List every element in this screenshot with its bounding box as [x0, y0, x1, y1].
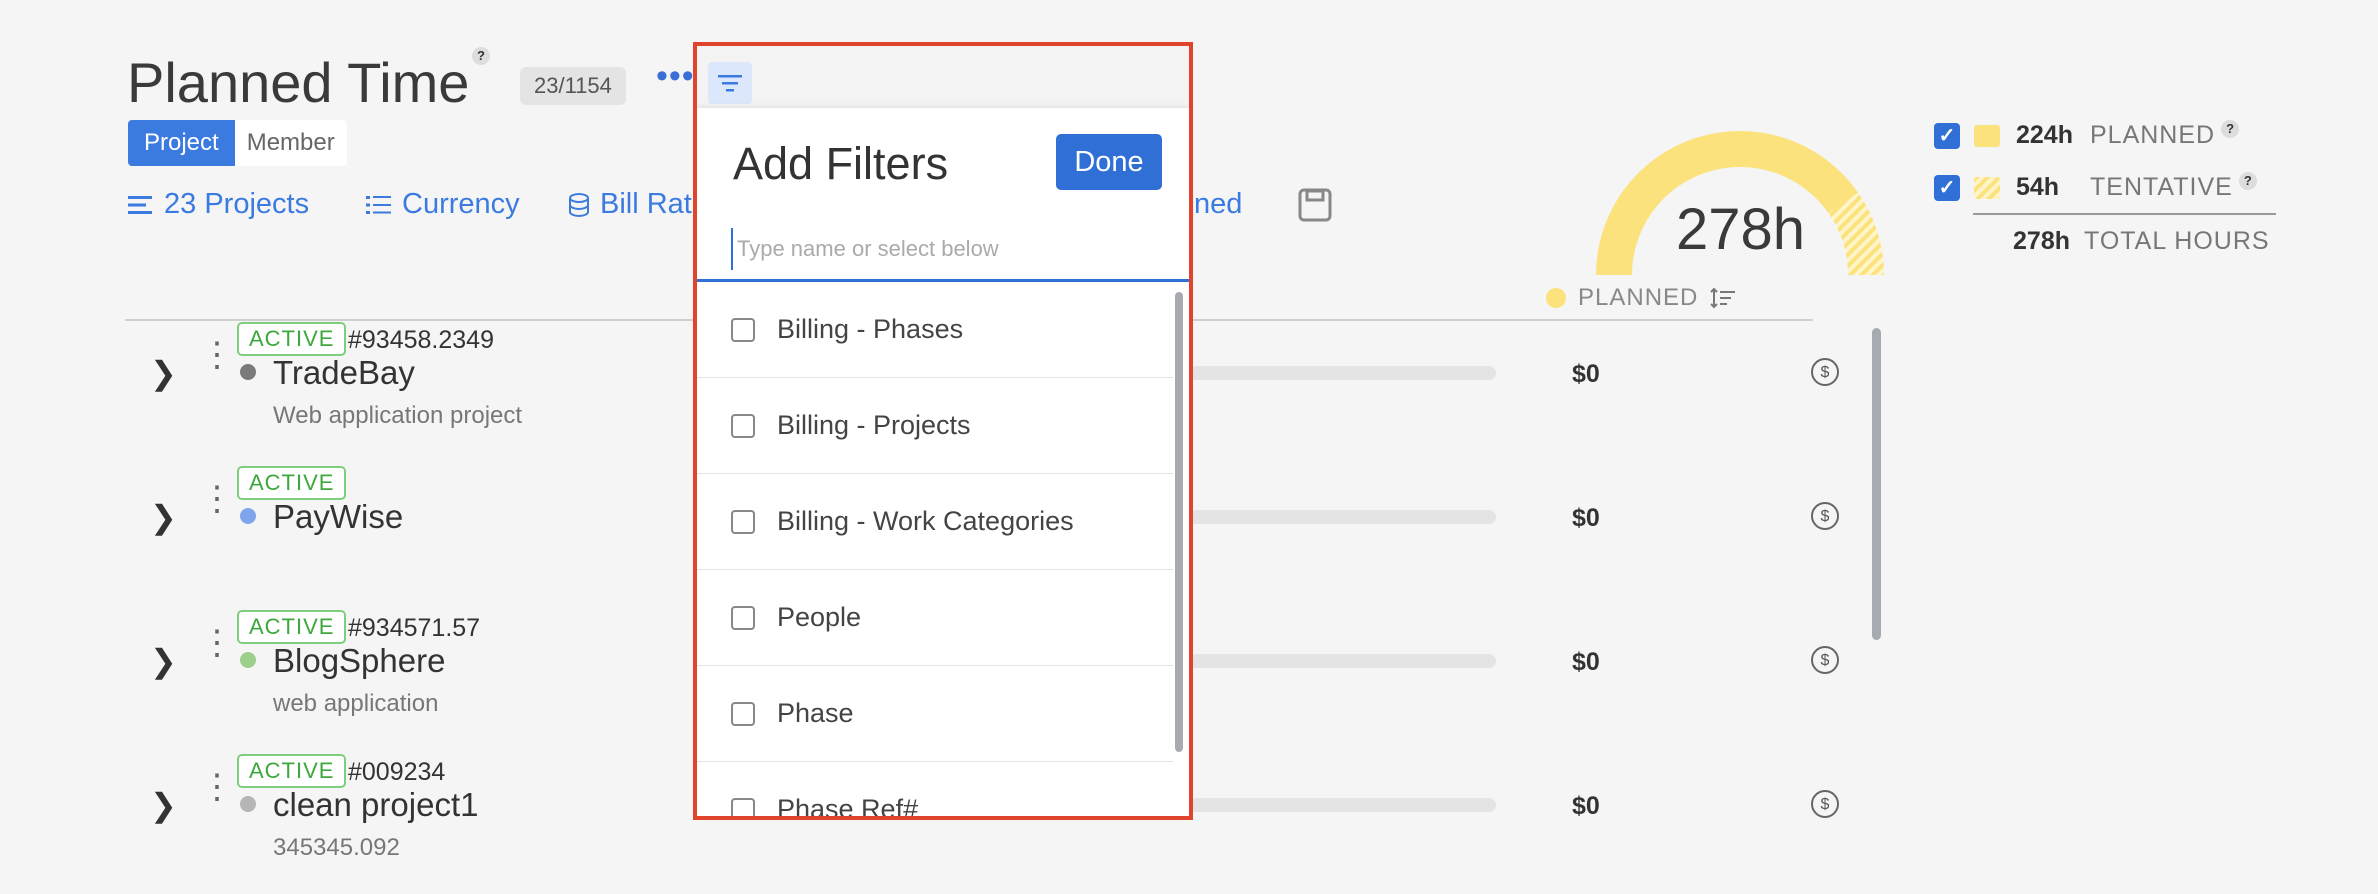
planned-column-label: PLANNED — [1578, 284, 1699, 311]
planned-dot — [1546, 288, 1566, 308]
planned-swatch — [1974, 124, 2000, 147]
chevron-right-icon[interactable]: ❯ — [150, 354, 177, 392]
legend-divider — [1973, 213, 2276, 215]
database-icon — [569, 192, 589, 217]
project-color-dot — [240, 508, 256, 524]
dollar-icon[interactable]: $ — [1811, 790, 1839, 818]
amount: $0 — [1572, 360, 1600, 388]
planned-hours: 224h — [2016, 121, 2073, 149]
dollar-icon[interactable]: $ — [1811, 502, 1839, 530]
toggle-project[interactable]: Project — [128, 120, 235, 166]
kebab-icon[interactable]: ⋮ — [200, 626, 234, 660]
legend-total: 278h TOTAL HOURS — [1974, 227, 2270, 256]
count-badge: 23/1154 — [520, 67, 626, 105]
planned-bar — [1190, 798, 1496, 812]
chevron-right-icon[interactable]: ❯ — [150, 786, 177, 824]
planned-bar — [1190, 510, 1496, 524]
project-name[interactable]: TradeBay — [273, 354, 415, 392]
toolbar-currency[interactable]: Currency — [366, 188, 520, 221]
dollar-icon[interactable]: $ — [1811, 646, 1839, 674]
main-scrollbar[interactable] — [1872, 328, 1881, 640]
project-description: Web application project — [273, 402, 523, 429]
save-icon[interactable] — [1298, 188, 1332, 227]
project-color-dot — [240, 796, 256, 812]
dollar-icon[interactable]: $ — [1811, 358, 1839, 386]
kebab-icon[interactable]: ⋮ — [200, 338, 234, 372]
tentative-swatch — [1974, 176, 2000, 199]
project-name[interactable]: PayWise — [273, 498, 403, 536]
projects-count-label: 23 Projects — [164, 188, 310, 220]
kebab-icon[interactable]: ⋮ — [200, 770, 234, 804]
project-description: 345345.092 — [273, 834, 400, 861]
status-badge: ACTIVE — [237, 466, 347, 500]
tentative-hours: 54h — [2016, 173, 2060, 201]
status-badge: ACTIVE — [237, 610, 347, 644]
amount: $0 — [1572, 792, 1600, 820]
toolbar-projects[interactable]: 23 Projects — [128, 188, 309, 221]
currency-label: Currency — [402, 188, 520, 220]
project-name[interactable]: BlogSphere — [273, 642, 445, 680]
planned-bar — [1190, 366, 1496, 380]
project-color-dot — [240, 364, 256, 380]
project-description: web application — [273, 690, 439, 717]
planned-legend-label: PLANNED — [2090, 121, 2216, 149]
status-badge: ACTIVE — [237, 322, 347, 356]
total-hours-value: 278h — [1676, 197, 1806, 262]
bill-rate-label: Bill Rat — [600, 188, 692, 220]
project-name[interactable]: clean project1 — [273, 786, 478, 824]
amount: $0 — [1572, 648, 1600, 676]
toolbar-bill-rate[interactable]: Bill Rat — [568, 188, 692, 221]
project-number: #934571.57 — [348, 614, 481, 642]
status-badge: ACTIVE — [237, 754, 347, 788]
project-number: #93458.2349 — [348, 326, 494, 354]
planned-column-header[interactable]: PLANNED — [1546, 284, 1736, 312]
toolbar-planned[interactable]: ned — [1194, 188, 1242, 221]
chevron-right-icon[interactable]: ❯ — [150, 642, 177, 680]
help-icon[interactable]: ? — [2221, 119, 2240, 138]
total-legend-label: TOTAL HOURS — [2084, 227, 2270, 255]
list-icon — [128, 195, 152, 214]
page-title: Planned Time — [127, 51, 470, 114]
total-hours: 278h — [2013, 227, 2070, 255]
more-options-icon[interactable]: ••• — [656, 59, 695, 93]
planned-bar — [1190, 654, 1496, 668]
amount: $0 — [1572, 504, 1600, 532]
kebab-icon[interactable]: ⋮ — [200, 482, 234, 516]
chevron-right-icon[interactable]: ❯ — [150, 498, 177, 536]
planned-checkbox[interactable]: ✓ — [1934, 122, 1960, 149]
tentative-checkbox[interactable]: ✓ — [1934, 174, 1960, 201]
help-icon[interactable]: ? — [472, 47, 490, 65]
highlight-frame — [693, 42, 1193, 820]
planned-label: ned — [1194, 188, 1243, 220]
gauge-tentative-arc — [1828, 192, 1884, 276]
project-number: #009234 — [348, 758, 446, 786]
project-color-dot — [240, 652, 256, 668]
view-toggle: Project Member — [128, 120, 347, 166]
tentative-legend-label: TENTATIVE — [2090, 173, 2233, 201]
legend-tentative: ✓ 54h TENTATIVE ? — [1934, 171, 2257, 202]
legend-planned: ✓ 224h PLANNED ? — [1934, 119, 2240, 150]
help-icon[interactable]: ? — [2238, 171, 2257, 190]
bullet-list-icon — [366, 195, 391, 214]
toggle-member[interactable]: Member — [234, 120, 347, 166]
sort-icon[interactable] — [1710, 287, 1736, 309]
